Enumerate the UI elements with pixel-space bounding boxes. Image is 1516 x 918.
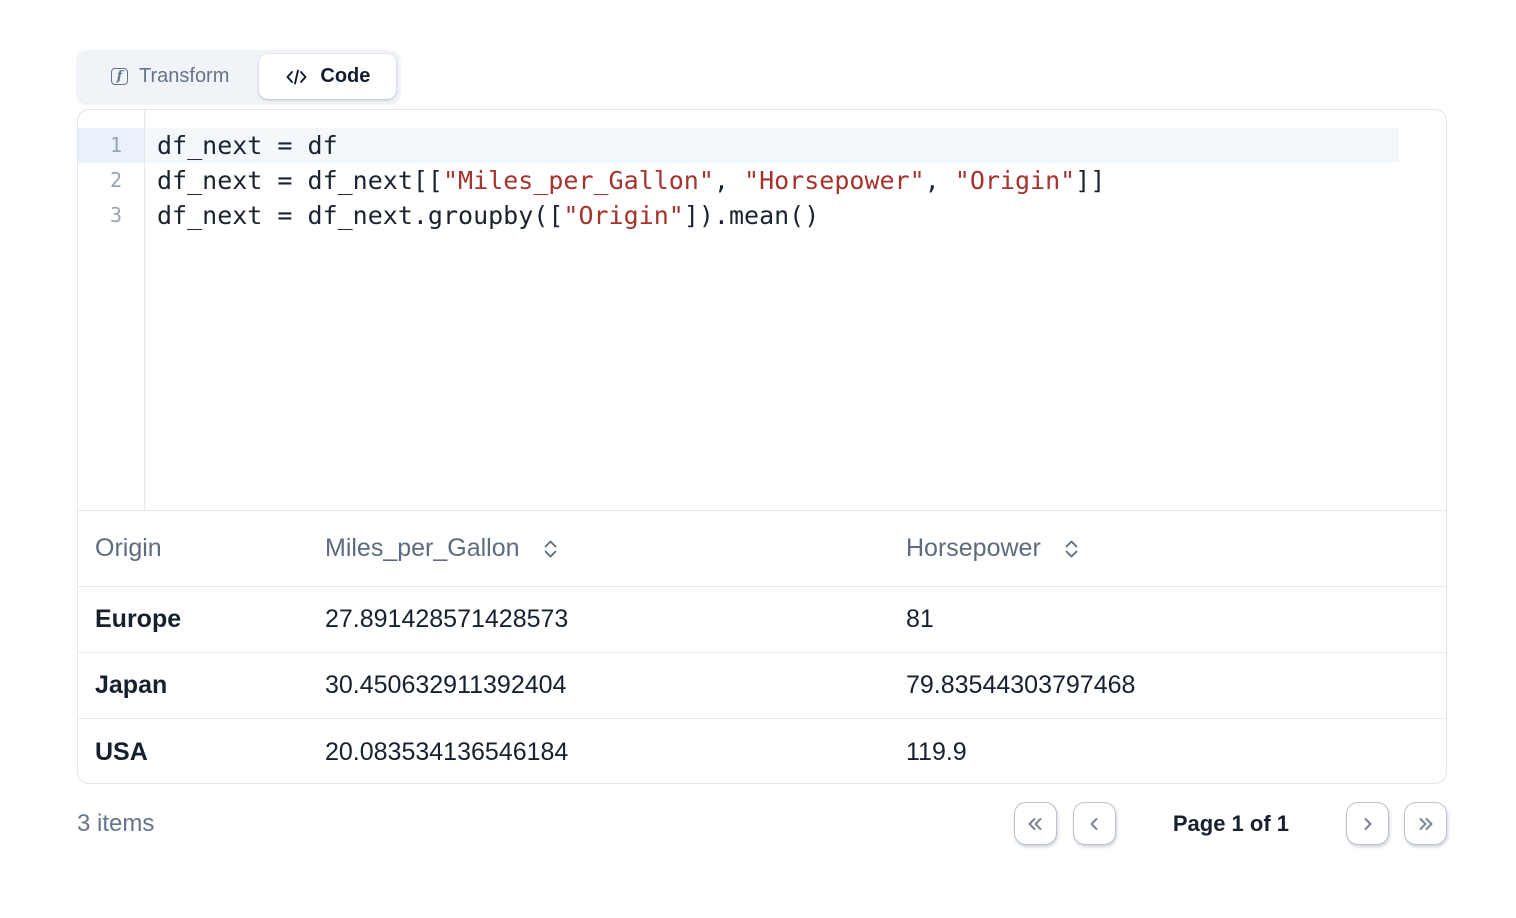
code-and-table-panel: 123 df_next = df df_next = df_next[["Mile… xyxy=(77,109,1447,784)
pagination: Page 1 of 1 xyxy=(1014,802,1447,845)
column-header-miles-per-gallon[interactable]: Miles_per_Gallon xyxy=(325,534,906,563)
string-token: "Horsepower" xyxy=(744,166,925,195)
table-row[interactable]: USA20.083534136546184119.9 xyxy=(78,719,1446,784)
string-token: "Miles_per_Gallon" xyxy=(443,166,714,195)
code-line[interactable]: df_next = df xyxy=(145,128,1399,163)
column-label: Origin xyxy=(95,534,162,563)
code-token: df_next = df_next[[ xyxy=(157,166,443,195)
miles-per-gallon-cell: 30.450632911392404 xyxy=(325,671,906,700)
sort-icon[interactable] xyxy=(1064,539,1079,559)
table-row[interactable]: Europe27.89142857142857381 xyxy=(78,587,1446,653)
code-token: , xyxy=(925,166,955,195)
next-page-button[interactable] xyxy=(1346,802,1389,845)
prev-page-button[interactable] xyxy=(1073,802,1116,845)
tab-code[interactable]: Code xyxy=(259,54,396,99)
column-header-horsepower[interactable]: Horsepower xyxy=(906,534,1446,563)
origin-cell: Japan xyxy=(78,671,325,700)
origin-cell: Europe xyxy=(78,605,325,634)
code-token: df_next = df_next.groupby([ xyxy=(157,201,563,230)
table-body: Europe27.89142857142857381Japan30.450632… xyxy=(78,587,1446,784)
origin-cell: USA xyxy=(78,738,325,767)
string-token: "Origin" xyxy=(563,201,683,230)
line-number: 2 xyxy=(78,163,144,198)
next-page-icon xyxy=(1358,814,1378,834)
horsepower-cell: 79.83544303797468 xyxy=(906,671,1446,700)
code-line[interactable]: df_next = df_next.groupby(["Origin"]).me… xyxy=(145,198,1446,233)
result-table: Origin Miles_per_Gallon Horsepower xyxy=(78,511,1446,784)
column-header-origin: Origin xyxy=(78,534,325,563)
last-page-button[interactable] xyxy=(1404,802,1447,845)
code-icon xyxy=(285,67,308,87)
code-line[interactable]: df_next = df_next[["Miles_per_Gallon", "… xyxy=(145,163,1446,198)
last-page-icon xyxy=(1415,814,1437,834)
miles-per-gallon-cell: 20.083534136546184 xyxy=(325,738,906,767)
line-number-gutter: 123 xyxy=(78,110,145,510)
table-row[interactable]: Japan30.45063291139240479.83544303797468 xyxy=(78,653,1446,719)
horsepower-cell: 119.9 xyxy=(906,738,1446,767)
code-token: , xyxy=(714,166,744,195)
page-indicator: Page 1 of 1 xyxy=(1173,811,1289,837)
view-toggle: f Transform Code xyxy=(77,50,400,103)
string-token: "Origin" xyxy=(955,166,1075,195)
column-label: Miles_per_Gallon xyxy=(325,534,520,563)
prev-page-icon xyxy=(1084,814,1104,834)
table-header-row: Origin Miles_per_Gallon Horsepower xyxy=(78,511,1446,587)
horsepower-cell: 81 xyxy=(906,605,1446,634)
table-footer: 3 items Page 1 of 1 xyxy=(77,802,1447,845)
app-root: f Transform Code 123 df_next = dfdf_next… xyxy=(0,0,1516,845)
line-number: 1 xyxy=(78,128,144,163)
first-page-icon xyxy=(1024,814,1046,834)
sort-icon[interactable] xyxy=(543,539,558,559)
line-number: 3 xyxy=(78,198,144,233)
tab-code-label: Code xyxy=(320,65,370,88)
code-token: ]).mean() xyxy=(684,201,819,230)
miles-per-gallon-cell: 27.891428571428573 xyxy=(325,605,906,634)
column-label: Horsepower xyxy=(906,534,1041,563)
tab-transform[interactable]: f Transform xyxy=(81,54,259,99)
first-page-button[interactable] xyxy=(1014,802,1057,845)
items-count: 3 items xyxy=(77,810,154,838)
code-token: ]] xyxy=(1075,166,1105,195)
function-icon: f xyxy=(111,68,128,85)
code-lines: df_next = df df_next = df_next[["Miles_pe… xyxy=(145,110,1446,510)
tab-transform-label: Transform xyxy=(139,65,229,88)
code-editor[interactable]: 123 df_next = df df_next = df_next[["Mile… xyxy=(78,110,1446,511)
code-token: df_next = df xyxy=(157,131,338,160)
